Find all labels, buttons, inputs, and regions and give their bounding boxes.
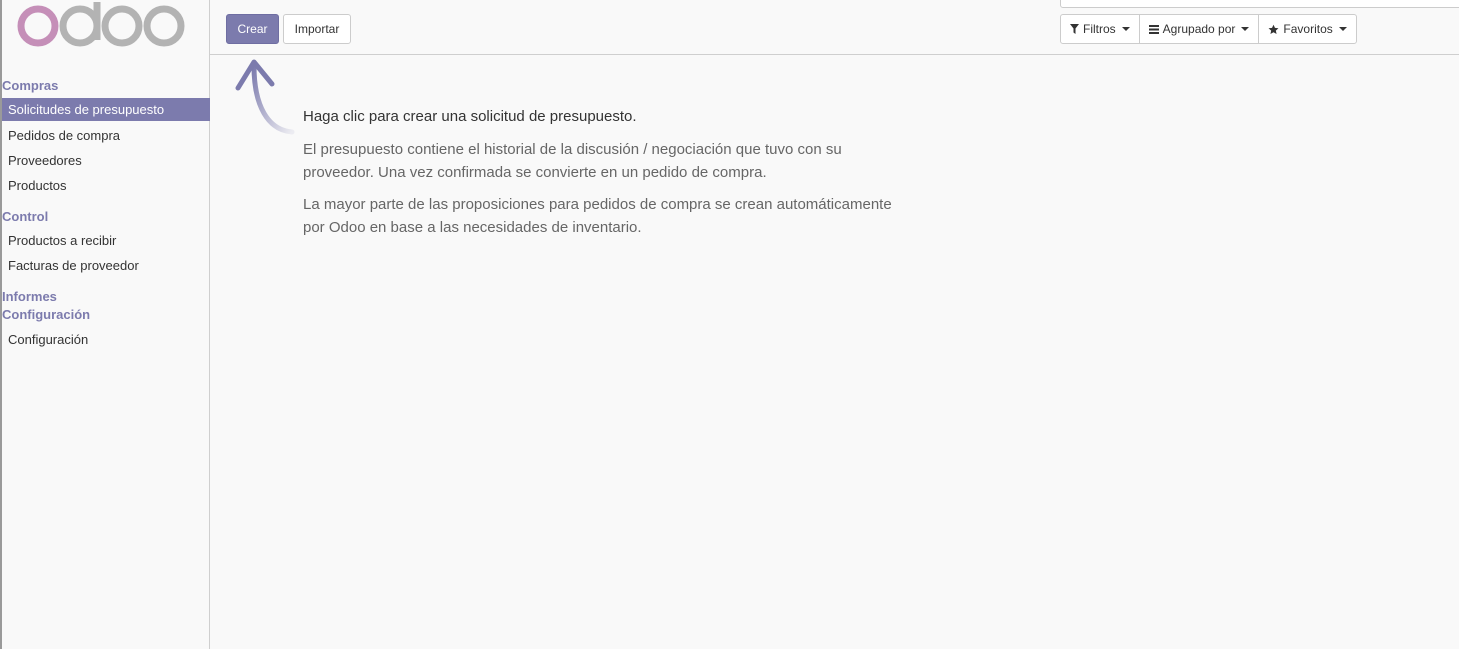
help-paragraph: El presupuesto contiene el historial de … <box>303 141 842 181</box>
arrow-up-icon <box>235 59 295 135</box>
sidebar: Compras Solicitudes de presupuesto Pedid… <box>0 0 210 649</box>
sidebar-item-productos-a-recibir[interactable]: Productos a recibir <box>2 229 210 252</box>
import-button[interactable]: Importar <box>283 14 351 44</box>
filters-button[interactable]: Filtros <box>1060 14 1140 44</box>
bars-icon <box>1148 24 1159 34</box>
menu-section-control: Control <box>2 209 49 224</box>
menu-section-informes[interactable]: Informes <box>2 289 57 304</box>
caret-down-icon <box>1241 27 1250 31</box>
star-icon <box>1268 24 1279 34</box>
groupby-button[interactable]: Agrupado por <box>1138 14 1260 44</box>
help-paragraph: La mayor parte de las proposiciones para… <box>303 196 892 236</box>
filters-label: Filtros <box>1083 22 1116 36</box>
groupby-label: Agrupado por <box>1162 22 1236 36</box>
filter-icon <box>1070 24 1079 34</box>
caret-down-icon <box>1338 27 1347 31</box>
sidebar-item-facturas-proveedor[interactable]: Facturas de proveedor <box>2 254 210 277</box>
caret-down-icon <box>1121 27 1130 31</box>
control-panel: Crear Importar Filtros Agrupado por Favo… <box>210 0 1459 55</box>
help-title: Haga clic para crear una solicitud de pr… <box>303 108 637 125</box>
search-input[interactable] <box>1060 0 1459 8</box>
odoo-logo[interactable] <box>16 0 188 50</box>
sidebar-item-proveedores[interactable]: Proveedores <box>2 149 210 172</box>
help-area: Haga clic para crear una solicitud de pr… <box>210 56 1459 649</box>
search-options: Filtros Agrupado por Favoritos <box>1060 14 1357 44</box>
sidebar-item-productos[interactable]: Productos <box>2 174 210 197</box>
favorites-button[interactable]: Favoritos <box>1258 14 1357 44</box>
favorites-label: Favoritos <box>1283 22 1333 36</box>
sidebar-item-pedidos[interactable]: Pedidos de compra <box>2 124 210 147</box>
menu-section-compras: Compras <box>2 78 59 93</box>
sidebar-item-solicitudes[interactable]: Solicitudes de presupuesto <box>2 98 210 121</box>
menu-section-configuracion: Configuración <box>2 307 91 322</box>
create-button[interactable]: Crear <box>226 14 279 44</box>
sidebar-item-configuracion[interactable]: Configuración <box>2 328 210 351</box>
